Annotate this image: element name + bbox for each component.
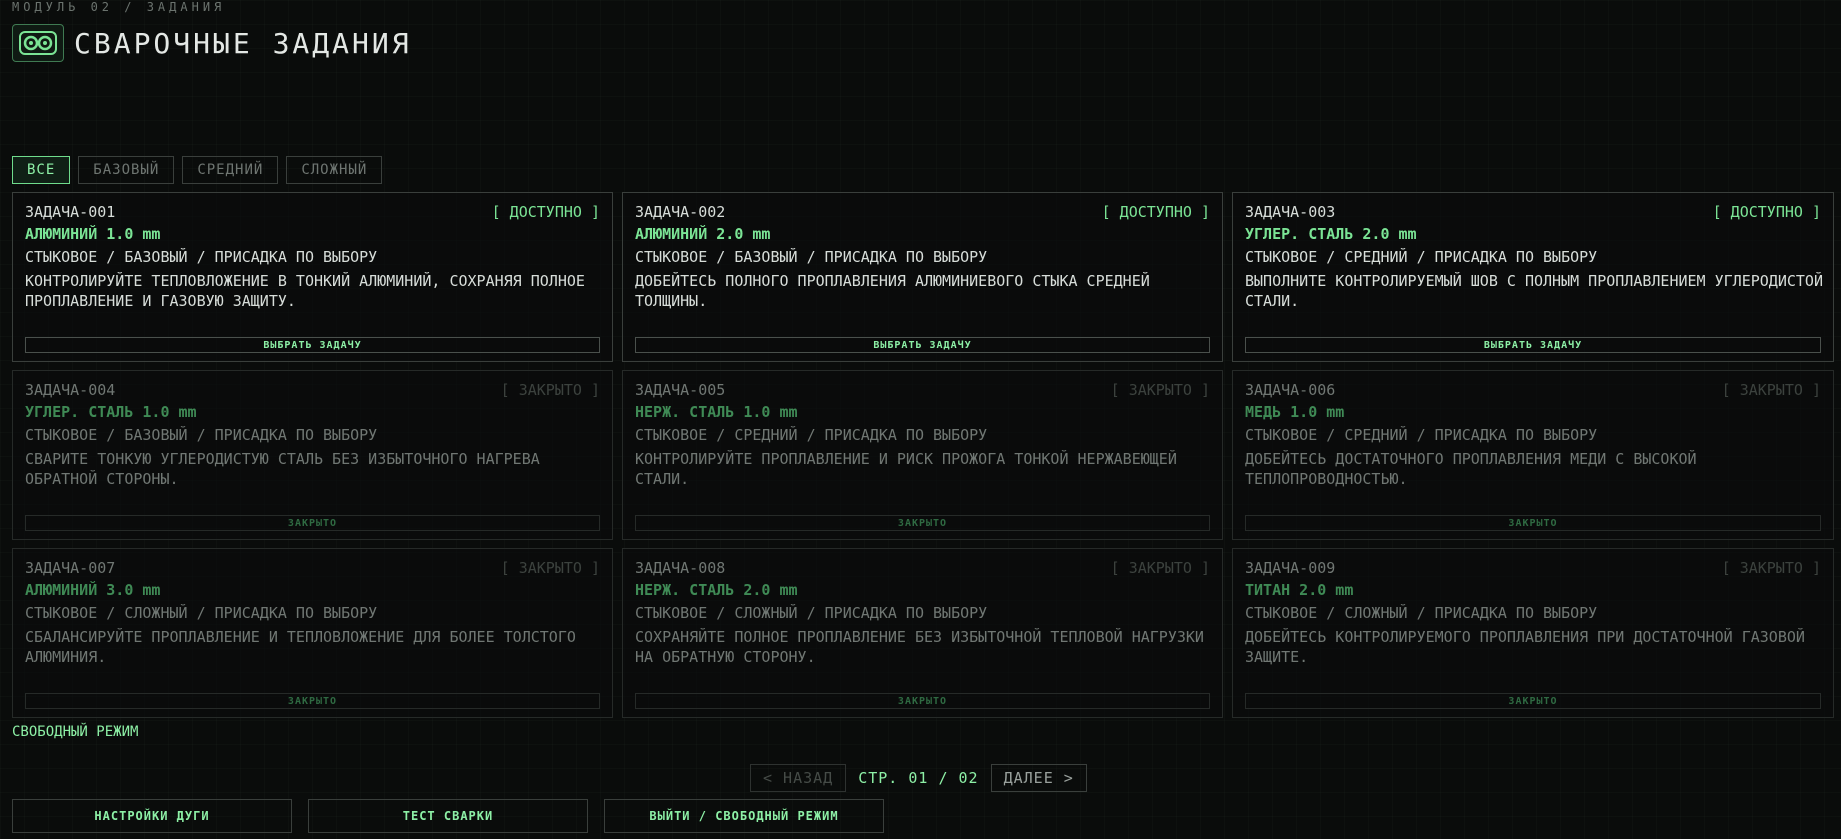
task-status-badge: [ ДОСТУПНО ]: [1712, 203, 1821, 221]
locked-task-button: ЗАКРЫТО: [25, 515, 600, 531]
locked-task-button: ЗАКРЫТО: [1245, 515, 1821, 531]
task-card: ЗАДАЧА-001 [ ДОСТУПНО ] АЛЮМИНИЙ 1.0 mm С…: [12, 192, 613, 362]
task-status-badge: [ ДОСТУПНО ]: [491, 203, 600, 221]
task-meta: СТЫКОВОЕ / СРЕДНИЙ / ПРИСАДКА ПО ВЫБОРУ: [635, 426, 988, 444]
task-id: ЗАДАЧА-007: [25, 559, 116, 577]
task-description: ДОБЕЙТЕСЬ ДОСТАТОЧНОГО ПРОПЛАВЛЕНИЯ МЕДИ…: [1245, 450, 1697, 488]
task-id: ЗАДАЧА-004: [25, 381, 116, 399]
task-material: АЛЮМИНИЙ 3.0 mm: [25, 581, 161, 599]
task-material: НЕРЖ. СТАЛЬ 2.0 mm: [635, 581, 798, 599]
difficulty-filter-tabs: ВСЕ БАЗОВЫЙ СРЕДНИЙ СЛОЖНЫЙ: [12, 156, 383, 184]
task-card: ЗАДАЧА-002 [ ДОСТУПНО ] АЛЮМИНИЙ 2.0 mm С…: [622, 192, 1223, 362]
select-task-button[interactable]: ВЫБРАТЬ ЗАДАЧУ: [1245, 337, 1821, 353]
task-id: ЗАДАЧА-008: [635, 559, 726, 577]
task-status-badge: [ ЗАКРЫТО ]: [1110, 559, 1210, 577]
task-material: МЕДЬ 1.0 mm: [1245, 403, 1345, 421]
filter-tab-hard[interactable]: СЛОЖНЫЙ: [286, 156, 383, 184]
task-material: НЕРЖ. СТАЛЬ 1.0 mm: [635, 403, 798, 421]
task-meta: СТЫКОВОЕ / СРЕДНИЙ / ПРИСАДКА ПО ВЫБОРУ: [1245, 248, 1598, 266]
locked-task-button: ЗАКРЫТО: [1245, 693, 1821, 709]
task-meta: СТЫКОВОЕ / СЛОЖНЫЙ / ПРИСАДКА ПО ВЫБОРУ: [25, 604, 378, 622]
task-status-badge: [ ЗАКРЫТО ]: [500, 381, 600, 399]
page-header: СВАРОЧНЫЕ ЗАДАНИЯ: [12, 24, 412, 62]
task-status-badge: [ ЗАКРЫТО ]: [1110, 381, 1210, 399]
task-material: АЛЮМИНИЙ 1.0 mm: [25, 225, 161, 243]
locked-task-button: ЗАКРЫТО: [25, 693, 600, 709]
task-meta: СТЫКОВОЕ / БАЗОВЫЙ / ПРИСАДКА ПО ВЫБОРУ: [25, 248, 378, 266]
task-status-badge: [ ЗАКРЫТО ]: [1721, 381, 1821, 399]
task-card-locked: ЗАДАЧА-007 [ ЗАКРЫТО ] АЛЮМИНИЙ 3.0 mm СТ…: [12, 548, 613, 718]
arc-settings-button[interactable]: НАСТРОЙКИ ДУГИ: [12, 799, 292, 833]
task-description: СВАРИТЕ ТОНКУЮ УГЛЕРОДИСТУЮ СТАЛЬ БЕЗ ИЗ…: [25, 450, 540, 488]
task-material: УГЛЕР. СТАЛЬ 2.0 mm: [1245, 225, 1417, 243]
filter-tab-basic[interactable]: БАЗОВЫЙ: [78, 156, 175, 184]
task-description: КОНТРОЛИРУЙТЕ ПРОПЛАВЛЕНИЕ И РИСК ПРОЖОГ…: [635, 450, 1177, 488]
task-meta: СТЫКОВОЕ / СРЕДНИЙ / ПРИСАДКА ПО ВЫБОРУ: [1245, 426, 1598, 444]
filter-tab-all[interactable]: ВСЕ: [12, 156, 71, 184]
bottom-action-bar: НАСТРОЙКИ ДУГИ ТЕСТ СВАРКИ ВЫЙТИ / СВОБО…: [12, 799, 884, 833]
exit-free-mode-button[interactable]: ВЫЙТИ / СВОБОДНЫЙ РЕЖИМ: [604, 799, 884, 833]
task-description: КОНТРОЛИРУЙТЕ ТЕПЛОВЛОЖЕНИЕ В ТОНКИЙ АЛЮ…: [25, 272, 585, 310]
task-status-badge: [ ЗАКРЫТО ]: [1721, 559, 1821, 577]
select-task-button[interactable]: ВЫБРАТЬ ЗАДАЧУ: [25, 337, 600, 353]
free-mode-link[interactable]: СВОБОДНЫЙ РЕЖИМ: [12, 724, 138, 740]
page-indicator: СТР. 01 / 02: [858, 769, 979, 787]
weld-test-button[interactable]: ТЕСТ СВАРКИ: [308, 799, 588, 833]
task-status-badge: [ ДОСТУПНО ]: [1101, 203, 1210, 221]
task-id: ЗАДАЧА-009: [1245, 559, 1336, 577]
task-id: ЗАДАЧА-003: [1245, 203, 1336, 221]
task-material: ТИТАН 2.0 mm: [1245, 581, 1354, 599]
task-id: ЗАДАЧА-002: [635, 203, 726, 221]
task-card-locked: ЗАДАЧА-006 [ ЗАКРЫТО ] МЕДЬ 1.0 mm СТЫКОВ…: [1232, 370, 1834, 540]
task-description: ДОБЕЙТЕСЬ ПОЛНОГО ПРОПЛАВЛЕНИЯ АЛЮМИНИЕВ…: [635, 272, 1150, 310]
page-title: СВАРОЧНЫЕ ЗАДАНИЯ: [74, 26, 412, 60]
welding-mask-icon: [12, 24, 64, 62]
task-card-locked: ЗАДАЧА-004 [ ЗАКРЫТО ] УГЛЕР. СТАЛЬ 1.0 m…: [12, 370, 613, 540]
next-page-button[interactable]: ДАЛЕЕ >: [990, 764, 1087, 792]
task-description: ДОБЕЙТЕСЬ КОНТРОЛИРУЕМОГО ПРОПЛАВЛЕНИЯ П…: [1245, 628, 1805, 666]
task-grid: ЗАДАЧА-001 [ ДОСТУПНО ] АЛЮМИНИЙ 1.0 mm С…: [12, 192, 1834, 718]
locked-task-button: ЗАКРЫТО: [635, 693, 1210, 709]
task-status-badge: [ ЗАКРЫТО ]: [500, 559, 600, 577]
task-description: СОХРАНЯЙТЕ ПОЛНОЕ ПРОПЛАВЛЕНИЕ БЕЗ ИЗБЫТ…: [635, 628, 1204, 666]
task-card-locked: ЗАДАЧА-008 [ ЗАКРЫТО ] НЕРЖ. СТАЛЬ 2.0 mm…: [622, 548, 1223, 718]
task-meta: СТЫКОВОЕ / СЛОЖНЫЙ / ПРИСАДКА ПО ВЫБОРУ: [1245, 604, 1598, 622]
task-meta: СТЫКОВОЕ / БАЗОВЫЙ / ПРИСАДКА ПО ВЫБОРУ: [25, 426, 378, 444]
task-meta: СТЫКОВОЕ / СЛОЖНЫЙ / ПРИСАДКА ПО ВЫБОРУ: [635, 604, 988, 622]
select-task-button[interactable]: ВЫБРАТЬ ЗАДАЧУ: [635, 337, 1210, 353]
task-description: ВЫПОЛНИТЕ КОНТРОЛИРУЕМЫЙ ШОВ С ПОЛНЫМ ПР…: [1245, 272, 1823, 310]
pagination: < НАЗАД СТР. 01 / 02 ДАЛЕЕ >: [750, 764, 1087, 792]
task-meta: СТЫКОВОЕ / БАЗОВЫЙ / ПРИСАДКА ПО ВЫБОРУ: [635, 248, 988, 266]
task-card-locked: ЗАДАЧА-005 [ ЗАКРЫТО ] НЕРЖ. СТАЛЬ 1.0 mm…: [622, 370, 1223, 540]
task-material: УГЛЕР. СТАЛЬ 1.0 mm: [25, 403, 197, 421]
task-card-locked: ЗАДАЧА-009 [ ЗАКРЫТО ] ТИТАН 2.0 mm СТЫКО…: [1232, 548, 1834, 718]
filter-tab-medium[interactable]: СРЕДНИЙ: [182, 156, 279, 184]
task-description: СБАЛАНСИРУЙТЕ ПРОПЛАВЛЕНИЕ И ТЕПЛОВЛОЖЕН…: [25, 628, 576, 666]
prev-page-button[interactable]: < НАЗАД: [750, 764, 847, 792]
task-material: АЛЮМИНИЙ 2.0 mm: [635, 225, 771, 243]
task-card: ЗАДАЧА-003 [ ДОСТУПНО ] УГЛЕР. СТАЛЬ 2.0 …: [1232, 192, 1834, 362]
task-id: ЗАДАЧА-001: [25, 203, 116, 221]
breadcrumb: МОДУЛЬ 02 / ЗАДАНИЯ: [12, 0, 226, 14]
task-id: ЗАДАЧА-005: [635, 381, 726, 399]
task-id: ЗАДАЧА-006: [1245, 381, 1336, 399]
locked-task-button: ЗАКРЫТО: [635, 515, 1210, 531]
